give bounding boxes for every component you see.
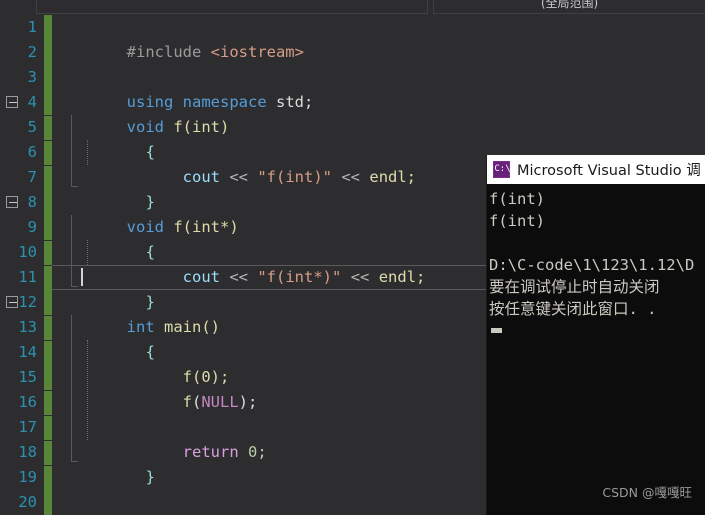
app-root: (全局范围) 1 2 3 4 5 6 7 8 9 10 11 12 13 14 …	[0, 0, 705, 515]
line-number: 16	[18, 393, 37, 411]
change-segment	[44, 416, 52, 440]
console-output-line: D:\C-code\1\123\1.12\D	[489, 256, 695, 274]
line-number: 20	[18, 493, 37, 511]
change-segment	[44, 316, 52, 340]
code-line[interactable]	[52, 40, 705, 65]
line-number: 18	[18, 443, 37, 461]
console-title-bar[interactable]: C:\ Microsoft Visual Studio 调	[487, 155, 705, 184]
code-line[interactable]: #include <iostream>	[52, 15, 705, 61]
console-app-icon-label: C:\	[494, 164, 511, 174]
collapse-minus-icon[interactable]	[6, 196, 18, 208]
change-segment	[44, 466, 52, 515]
console-window-title: Microsoft Visual Studio 调	[517, 163, 701, 179]
line-number: 10	[18, 243, 37, 261]
console-output-line: f(int)	[489, 190, 545, 208]
line-number-gutter: 1 2 3 4 5 6 7 8 9 10 11 12 13 14 15 16 1…	[0, 15, 44, 515]
code-line[interactable]: using namespace std;	[52, 65, 705, 111]
change-segment	[44, 141, 52, 165]
change-segment	[44, 166, 52, 240]
change-segment	[44, 266, 52, 315]
change-segment	[44, 391, 52, 415]
nav-scope-combo-right[interactable]: (全局范围)	[433, 0, 705, 14]
change-segment	[44, 441, 52, 465]
csdn-watermark: CSDN @嘎嘎旺	[602, 485, 692, 500]
line-number: 19	[18, 468, 37, 486]
line-number: 7	[27, 168, 37, 186]
change-segment	[44, 241, 52, 265]
console-app-icon: C:\	[493, 161, 511, 178]
line-number: 5	[27, 118, 37, 136]
change-indicator-bar	[44, 15, 52, 515]
change-segment	[44, 341, 52, 390]
change-segment	[44, 116, 52, 140]
console-block-caret	[491, 328, 502, 333]
nav-scope-combo-right-text: (全局范围)	[540, 0, 599, 10]
console-output-area[interactable]: f(int) f(int) D:\C-code\1\123\1.12\D 要在调…	[487, 184, 705, 515]
line-number: 13	[18, 318, 37, 336]
line-number: 17	[18, 418, 37, 436]
console-output-line: f(int)	[489, 212, 545, 230]
console-output-line: 要在调试停止时自动关闭	[489, 278, 660, 296]
collapse-minus-icon[interactable]	[6, 296, 18, 308]
console-output-line: 按任意键关闭此窗口. .	[489, 300, 657, 318]
code-line[interactable]: {	[52, 115, 705, 161]
collapse-minus-icon[interactable]	[6, 96, 18, 108]
line-number: 1	[27, 18, 37, 36]
code-line[interactable]: void f(int)	[6, 90, 705, 136]
nav-scope-combo-left[interactable]	[36, 0, 428, 14]
line-number: 2	[27, 43, 37, 61]
debug-console-window[interactable]: C:\ Microsoft Visual Studio 调 f(int) f(i…	[486, 155, 705, 515]
line-number: 3	[27, 68, 37, 86]
text-caret	[81, 268, 83, 286]
line-number: 14	[18, 343, 37, 361]
line-number: 11	[18, 268, 37, 286]
navigation-bar: (全局范围)	[0, 0, 705, 15]
line-number: 6	[27, 143, 37, 161]
line-number: 15	[18, 368, 37, 386]
change-segment	[44, 15, 52, 115]
line-number: 9	[27, 218, 37, 236]
